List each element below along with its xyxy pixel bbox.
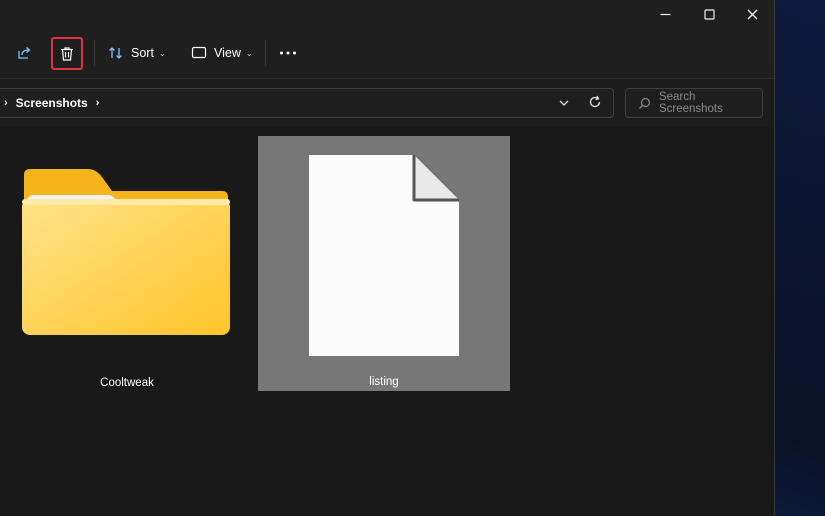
folder-name: Cooltweak bbox=[100, 377, 154, 389]
more-options-button[interactable] bbox=[279, 36, 297, 70]
command-bar: Sort ⌄ View ⌄ bbox=[0, 28, 774, 79]
delete-button[interactable] bbox=[51, 37, 83, 70]
chevron-down-icon: ⌄ bbox=[158, 48, 166, 58]
more-icon bbox=[280, 51, 296, 55]
search-icon bbox=[639, 97, 651, 109]
title-bar bbox=[0, 0, 774, 28]
sort-label: Sort bbox=[131, 46, 154, 60]
refresh-button[interactable] bbox=[588, 95, 602, 114]
chevron-right-icon: › bbox=[95, 97, 100, 109]
delete-icon bbox=[61, 46, 73, 61]
search-placeholder: Search Screenshots bbox=[658, 91, 723, 115]
search-box[interactable]: Search Screenshots bbox=[625, 88, 763, 118]
address-history-dropdown[interactable] bbox=[558, 96, 570, 114]
close-button[interactable] bbox=[730, 0, 774, 28]
minimize-button[interactable] bbox=[643, 0, 687, 28]
share-icon bbox=[18, 47, 31, 59]
chevron-down-icon: ⌄ bbox=[245, 48, 253, 58]
file-list-view: Cooltweak listing bbox=[0, 127, 774, 516]
chevron-down-icon bbox=[559, 100, 569, 106]
sort-button[interactable]: Sort ⌄ bbox=[108, 36, 166, 70]
view-button[interactable]: View ⌄ bbox=[191, 36, 253, 70]
address-bar[interactable]: › Screenshots › bbox=[0, 88, 614, 118]
folder-icon bbox=[22, 169, 230, 335]
maximize-button[interactable] bbox=[687, 0, 731, 28]
breadcrumb: › Screenshots › bbox=[4, 89, 99, 117]
folder-item[interactable]: Cooltweak bbox=[12, 137, 242, 389]
breadcrumb-item[interactable]: Screenshots bbox=[16, 96, 88, 110]
minimize-icon bbox=[660, 13, 670, 15]
file-name: listing bbox=[369, 376, 399, 388]
share-button[interactable] bbox=[16, 36, 32, 70]
toolbar-separator bbox=[94, 40, 95, 66]
view-label: View bbox=[214, 46, 241, 60]
address-row: › Screenshots › Search Screenshots bbox=[0, 79, 774, 127]
maximize-icon bbox=[703, 8, 715, 20]
file-explorer-window: Sort ⌄ View ⌄ › Screenshots › Search Scr… bbox=[0, 0, 775, 516]
refresh-icon bbox=[589, 95, 601, 108]
toolbar-separator bbox=[265, 40, 266, 66]
sort-icon bbox=[109, 47, 122, 59]
view-icon bbox=[191, 46, 207, 59]
file-icon bbox=[309, 155, 459, 356]
close-icon bbox=[747, 9, 757, 19]
file-item[interactable]: listing bbox=[258, 136, 510, 391]
chevron-right-icon: › bbox=[4, 97, 8, 109]
